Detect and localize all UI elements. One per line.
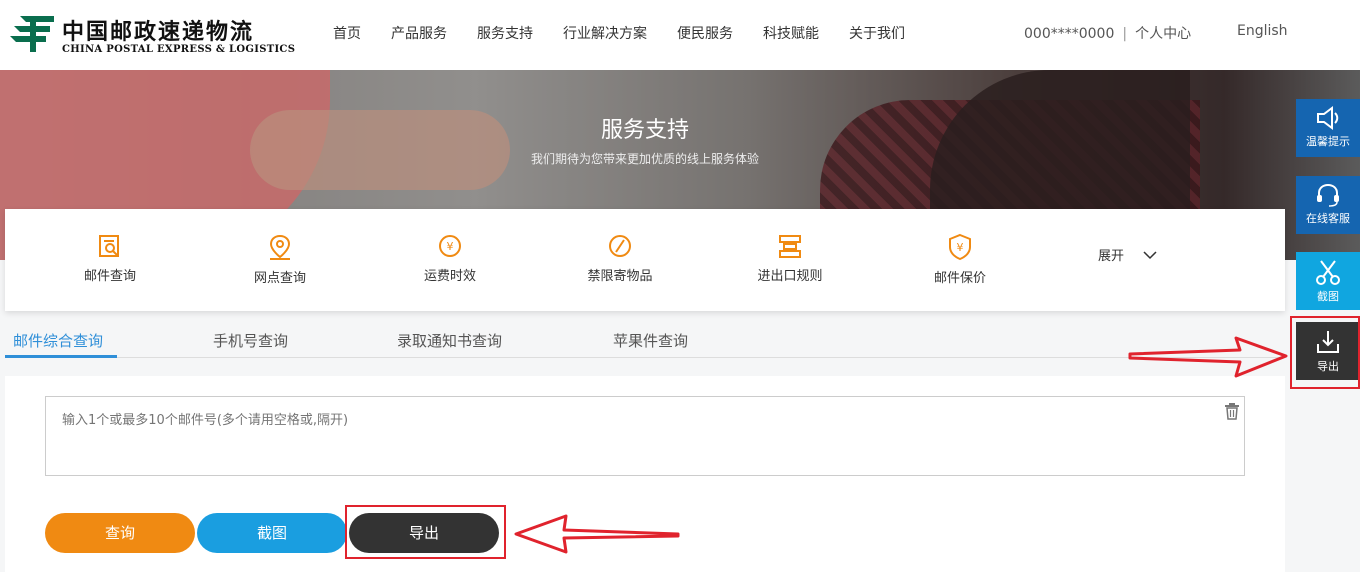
logo-text-en: CHINA POSTAL EXPRESS & LOGISTICS bbox=[62, 44, 296, 55]
speaker-icon bbox=[1317, 106, 1339, 130]
expand-toggle[interactable]: 展开 bbox=[1098, 245, 1158, 264]
side-online-service-label: 在线客服 bbox=[1306, 212, 1350, 225]
main-nav: 首页 产品服务 服务支持 行业解决方案 便民服务 科技赋能 关于我们 bbox=[333, 23, 935, 43]
nav-technology[interactable]: 科技赋能 bbox=[763, 23, 819, 43]
account-separator: | bbox=[1122, 26, 1128, 42]
china-post-logo-icon bbox=[10, 16, 54, 52]
nav-home[interactable]: 首页 bbox=[333, 23, 361, 43]
scissors-icon bbox=[1316, 260, 1340, 285]
account-area: 000****0000 | 个人中心 bbox=[1024, 23, 1191, 43]
language-switch[interactable]: English bbox=[1237, 23, 1288, 39]
tab-phone-query[interactable]: 手机号查询 bbox=[213, 330, 288, 351]
expand-label: 展开 bbox=[1098, 249, 1125, 264]
side-tips[interactable]: 温馨提示 bbox=[1296, 99, 1360, 157]
side-online-service[interactable]: 在线客服 bbox=[1296, 176, 1360, 234]
chevron-down-icon bbox=[1143, 250, 1157, 259]
query-button[interactable]: 查询 bbox=[45, 513, 195, 553]
annotation-arrow-right bbox=[1128, 336, 1288, 378]
tab-apple-query[interactable]: 苹果件查询 bbox=[613, 330, 688, 351]
active-tab-indicator bbox=[5, 355, 117, 358]
site-header: 中国邮政速递物流 CHINA POSTAL EXPRESS & LOGISTIC… bbox=[0, 0, 1360, 70]
quick-item-label: 运费时效 bbox=[423, 269, 476, 284]
mail-search-icon bbox=[99, 235, 119, 257]
quick-item-label: 邮件查询 bbox=[83, 269, 136, 284]
quick-item-label: 邮件保价 bbox=[933, 271, 986, 286]
nav-about[interactable]: 关于我们 bbox=[849, 23, 905, 43]
banner-subtitle: 我们期待为您带来更加优质的线上服务体验 bbox=[530, 152, 759, 166]
nav-convenience[interactable]: 便民服务 bbox=[677, 23, 733, 43]
export-button-highlight bbox=[345, 505, 506, 559]
nav-support[interactable]: 服务支持 bbox=[477, 23, 533, 43]
account-phone[interactable]: 000****0000 bbox=[1024, 26, 1114, 42]
quick-item-label: 禁限寄物品 bbox=[587, 269, 653, 284]
banner-title: 服务支持 bbox=[600, 118, 689, 143]
quick-services-card: 邮件查询 网点查询 ¥ 运费时效 禁限寄物品 进出口规则 ¥ 邮件保价 展开 bbox=[5, 209, 1285, 311]
location-pin-icon bbox=[269, 234, 291, 260]
quick-item-mail-search[interactable]: 邮件查询 bbox=[50, 233, 170, 284]
quick-item-label: 网点查询 bbox=[253, 271, 306, 286]
logo-text-cn: 中国邮政速递物流 bbox=[62, 19, 255, 45]
side-screenshot[interactable]: 截图 bbox=[1296, 252, 1360, 310]
quick-item-branch-search[interactable]: 网点查询 bbox=[220, 233, 340, 286]
quick-item-customs-rules[interactable]: 进出口规则 bbox=[730, 233, 850, 284]
quick-item-forbidden[interactable]: 禁限寄物品 bbox=[560, 233, 680, 284]
annotation-arrow-left bbox=[514, 514, 680, 554]
customs-rules-icon bbox=[779, 235, 801, 258]
side-tips-label: 温馨提示 bbox=[1306, 135, 1350, 148]
side-screenshot-label: 截图 bbox=[1317, 290, 1339, 303]
svg-text:¥: ¥ bbox=[447, 240, 454, 253]
nav-products[interactable]: 产品服务 bbox=[391, 23, 447, 43]
side-export-highlight bbox=[1290, 316, 1360, 389]
trash-icon[interactable] bbox=[1224, 402, 1240, 420]
headset-icon bbox=[1317, 183, 1339, 207]
quick-item-freight[interactable]: ¥ 运费时效 bbox=[390, 233, 510, 284]
query-tabs: 邮件综合查询 手机号查询 录取通知书查询 苹果件查询 bbox=[5, 326, 1285, 358]
screenshot-button[interactable]: 截图 bbox=[197, 513, 347, 553]
tab-admission-letter-query[interactable]: 录取通知书查询 bbox=[397, 330, 502, 351]
tab-mail-query[interactable]: 邮件综合查询 bbox=[13, 330, 103, 351]
svg-text:¥: ¥ bbox=[957, 241, 964, 254]
forbidden-icon bbox=[609, 235, 631, 257]
tracking-number-input[interactable] bbox=[45, 396, 1245, 476]
yuan-shield-icon: ¥ bbox=[949, 233, 971, 261]
quick-item-label: 进出口规则 bbox=[757, 269, 823, 284]
yuan-clock-icon: ¥ bbox=[439, 235, 461, 257]
quick-item-insured[interactable]: ¥ 邮件保价 bbox=[900, 233, 1020, 286]
personal-center-link[interactable]: 个人中心 bbox=[1135, 26, 1191, 42]
logo[interactable]: 中国邮政速递物流 CHINA POSTAL EXPRESS & LOGISTIC… bbox=[10, 10, 295, 60]
nav-industry-solutions[interactable]: 行业解决方案 bbox=[563, 23, 647, 43]
